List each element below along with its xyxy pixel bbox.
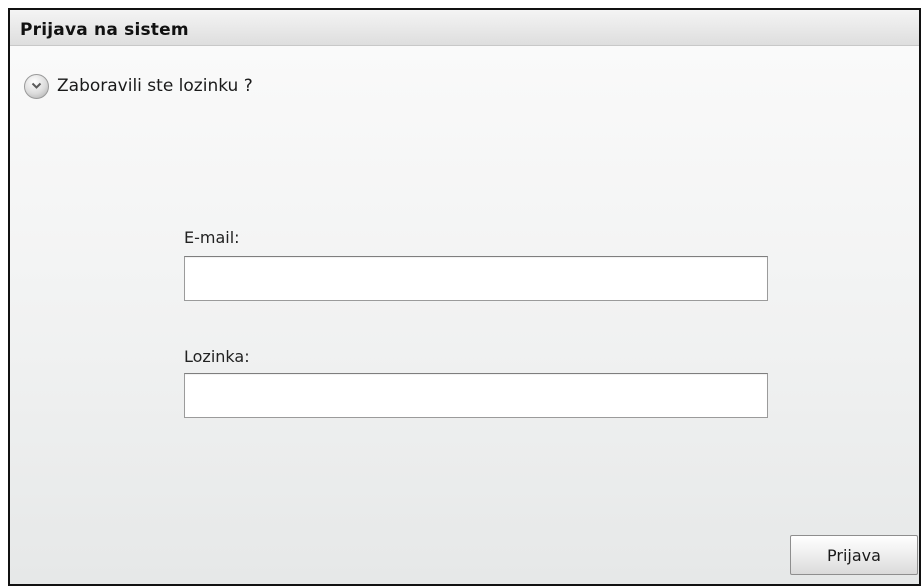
window-title: Prijava na sistem: [20, 20, 189, 40]
chevron-down-icon[interactable]: [24, 73, 49, 99]
login-button[interactable]: Prijava: [790, 535, 918, 575]
login-window: Prijava na sistem Zaboravili ste lozinku…: [8, 8, 921, 586]
forgot-password-link[interactable]: Zaboravili ste lozinku ?: [24, 73, 253, 99]
forgot-password-label[interactable]: Zaboravili ste lozinku ?: [57, 76, 253, 96]
email-field[interactable]: [184, 256, 768, 301]
window-title-bar: Prijava na sistem: [10, 10, 919, 46]
email-label: E-mail:: [184, 228, 240, 247]
password-label: Lozinka:: [184, 347, 250, 366]
password-field[interactable]: [184, 373, 768, 418]
